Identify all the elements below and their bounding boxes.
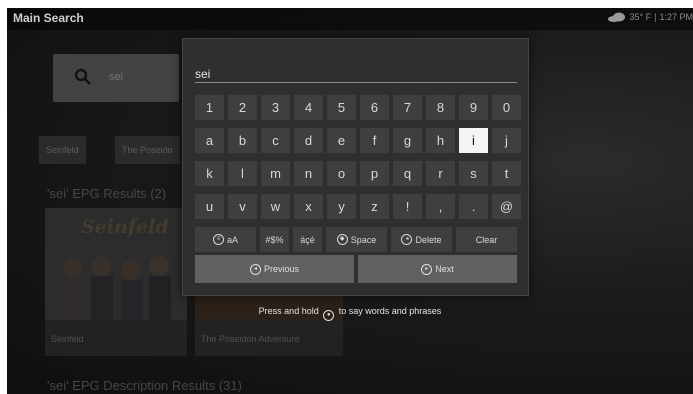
- onscreen-keyboard: sei 1234567890 abcdefghij klmnopqrst uvwxyz…: [182, 38, 529, 296]
- microphone-icon: ●: [323, 310, 335, 321]
- key-sym36[interactable]: !: [393, 194, 422, 219]
- key-g[interactable]: g: [393, 128, 422, 153]
- symbols-key[interactable]: #$%: [260, 227, 289, 252]
- key-1[interactable]: 1: [195, 95, 224, 120]
- key-sym39[interactable]: @: [492, 194, 521, 219]
- key-a[interactable]: a: [195, 128, 224, 153]
- space-key[interactable]: ◆ Space: [326, 227, 387, 252]
- key-x[interactable]: x: [294, 194, 323, 219]
- tv-frame: sei Seinfeld The Poseido 'sei' EPG Resul…: [7, 8, 693, 394]
- key-l[interactable]: l: [228, 161, 257, 186]
- key-p[interactable]: p: [360, 161, 389, 186]
- input-underline: [195, 82, 517, 83]
- status-area: 35° F | 1:27 PM: [607, 12, 693, 22]
- key-o[interactable]: o: [327, 161, 356, 186]
- key-9[interactable]: 9: [459, 95, 488, 120]
- key-f[interactable]: f: [360, 128, 389, 153]
- key-w[interactable]: w: [261, 194, 290, 219]
- case-toggle-key[interactable]: ≡ aA: [195, 227, 256, 252]
- key-d[interactable]: d: [294, 128, 323, 153]
- key-k[interactable]: k: [195, 161, 224, 186]
- temperature: 35° F: [629, 12, 652, 22]
- key-r[interactable]: r: [426, 161, 455, 186]
- status-divider: |: [654, 12, 657, 22]
- screen: sei Seinfeld The Poseido 'sei' EPG Resul…: [0, 0, 693, 394]
- key-sym37[interactable]: ,: [426, 194, 455, 219]
- key-0[interactable]: 0: [492, 95, 521, 120]
- key-b[interactable]: b: [228, 128, 257, 153]
- key-c[interactable]: c: [261, 128, 290, 153]
- key-4[interactable]: 4: [294, 95, 323, 120]
- key-n[interactable]: n: [294, 161, 323, 186]
- key-z[interactable]: z: [360, 194, 389, 219]
- key-6[interactable]: 6: [360, 95, 389, 120]
- accents-key[interactable]: äçé: [293, 227, 322, 252]
- top-bar: Main Search 35° F | 1:27 PM: [7, 8, 693, 30]
- key-3[interactable]: 3: [261, 95, 290, 120]
- cloud-icon: [607, 12, 625, 22]
- key-2[interactable]: 2: [228, 95, 257, 120]
- key-j[interactable]: j: [492, 128, 521, 153]
- rewind-icon: ◂: [401, 234, 413, 245]
- delete-key[interactable]: ◂ Delete: [391, 227, 452, 252]
- key-s[interactable]: s: [459, 161, 488, 186]
- key-5[interactable]: 5: [327, 95, 356, 120]
- fast-forward-icon: ▸: [421, 263, 433, 275]
- key-8[interactable]: 8: [426, 95, 455, 120]
- next-button[interactable]: ▸ Next: [358, 255, 517, 283]
- keyboard-input-value[interactable]: sei: [195, 67, 210, 81]
- key-u[interactable]: u: [195, 194, 224, 219]
- key-t[interactable]: t: [492, 161, 521, 186]
- key-e[interactable]: e: [327, 128, 356, 153]
- play-pause-icon: ◆: [336, 234, 348, 245]
- menu-icon: ≡: [212, 234, 224, 245]
- key-7[interactable]: 7: [393, 95, 422, 120]
- key-i[interactable]: i: [459, 128, 488, 153]
- voice-hint: Press and hold ● to say words and phrase…: [7, 306, 693, 321]
- key-y[interactable]: y: [327, 194, 356, 219]
- rewind-button-icon: ◂: [249, 263, 261, 275]
- key-m[interactable]: m: [261, 161, 290, 186]
- previous-button[interactable]: ◂ Previous: [195, 255, 354, 283]
- key-sym38[interactable]: .: [459, 194, 488, 219]
- key-v[interactable]: v: [228, 194, 257, 219]
- clear-key[interactable]: Clear: [456, 227, 517, 252]
- key-h[interactable]: h: [426, 128, 455, 153]
- key-q[interactable]: q: [393, 161, 422, 186]
- page-title: Main Search: [13, 11, 84, 25]
- clock: 1:27 PM: [659, 12, 693, 22]
